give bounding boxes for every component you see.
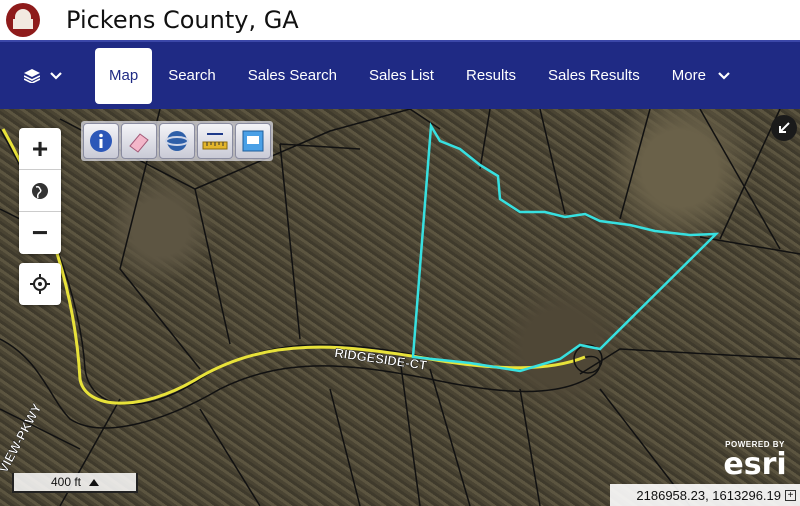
zoom-control: + −	[19, 128, 61, 254]
coordinate-readout: 2186958.23, 1613296.19 +	[610, 484, 800, 506]
clear-button[interactable]	[121, 123, 157, 159]
eraser-icon	[129, 133, 149, 153]
esri-attribution: POWERED BY esri	[712, 440, 798, 484]
chevron-down-icon	[50, 71, 62, 80]
zoom-in-button[interactable]: +	[19, 128, 61, 170]
scale-bar: 400 ft	[12, 473, 138, 493]
locate-button[interactable]	[19, 263, 61, 305]
identify-button[interactable]	[83, 123, 119, 159]
parcel-layer: RIDGESIDE-CT VIEW-PKWY	[0, 109, 800, 506]
zoom-out-button[interactable]: −	[19, 212, 61, 254]
globe-icon	[165, 131, 189, 151]
nav-results[interactable]: Results	[450, 48, 532, 104]
print-icon	[242, 130, 264, 152]
expand-icon	[779, 122, 790, 133]
main-nav: Map Search Sales Search Sales List Resul…	[0, 40, 800, 109]
nav-sales-results[interactable]: Sales Results	[532, 48, 656, 104]
nav-more-label: More	[671, 67, 706, 84]
page-title: Pickens County, GA	[66, 6, 299, 34]
road-centerline	[1, 128, 586, 405]
layers-button[interactable]	[24, 50, 84, 102]
info-icon	[90, 130, 112, 152]
expand-button[interactable]	[771, 115, 797, 141]
scale-label: 400 ft	[50, 475, 82, 489]
globe-icon	[32, 182, 48, 199]
chevron-down-icon	[718, 71, 730, 80]
selected-parcel	[411, 122, 720, 373]
coordinate-value: 2186958.23, 1613296.19	[636, 487, 781, 503]
nav-more[interactable]: More	[656, 48, 746, 104]
esri-logo: esri	[723, 447, 787, 482]
county-logo[interactable]	[6, 3, 40, 37]
home-button[interactable]	[19, 170, 61, 212]
layers-icon	[24, 68, 40, 83]
nav-sales-list[interactable]: Sales List	[353, 48, 450, 104]
coordinate-expand-button[interactable]: +	[785, 489, 796, 501]
measure-button[interactable]	[197, 123, 233, 159]
nav-search[interactable]: Search	[152, 48, 232, 104]
triangle-up-icon	[89, 478, 100, 486]
crosshair-icon	[30, 274, 50, 294]
map-toolbar	[81, 121, 273, 161]
parcel-boundaries	[0, 109, 800, 506]
map-view[interactable]: RIDGESIDE-CT VIEW-PKWY	[0, 109, 800, 506]
measure-icon	[202, 133, 228, 150]
nav-sales-search[interactable]: Sales Search	[232, 48, 353, 104]
print-button[interactable]	[235, 123, 271, 159]
basemap-button[interactable]	[159, 123, 195, 159]
app-header: Pickens County, GA	[0, 0, 800, 40]
nav-map[interactable]: Map	[95, 47, 153, 104]
